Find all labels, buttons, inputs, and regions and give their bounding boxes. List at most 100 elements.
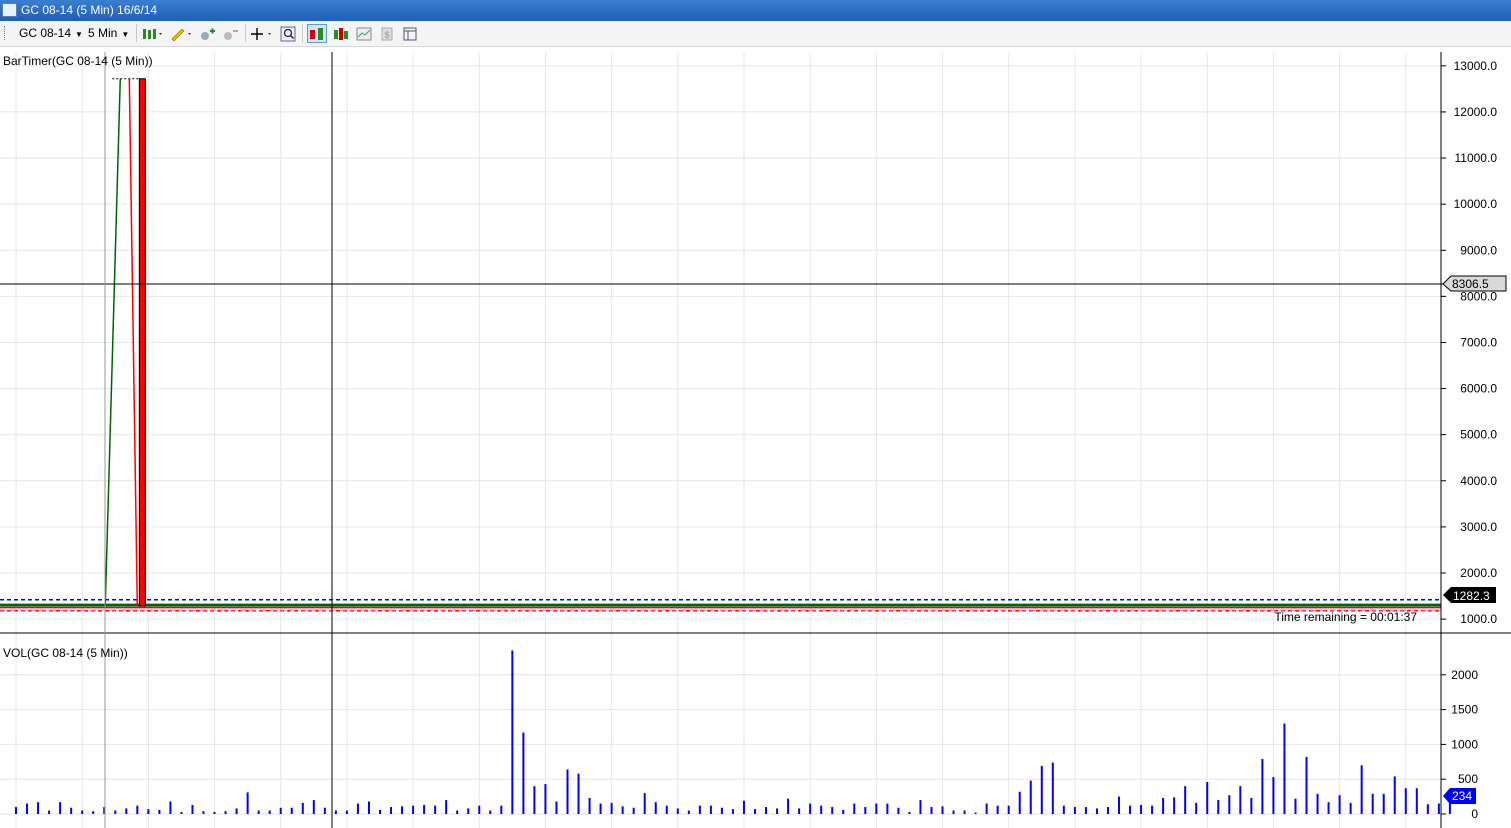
- volume-bar: [125, 808, 128, 814]
- volume-bar: [996, 805, 999, 814]
- volume-bar: [1140, 804, 1143, 814]
- volume-bar: [301, 802, 304, 814]
- volume-bar: [445, 800, 448, 814]
- volume-bar: [312, 800, 315, 814]
- volume-bar: [467, 808, 470, 814]
- volume-bar: [1305, 756, 1308, 814]
- volume-bar: [114, 810, 117, 814]
- grid-lines: [0, 52, 1441, 828]
- volume-bar: [70, 807, 73, 814]
- price-tick-label: 4000.0: [1460, 474, 1497, 488]
- volume-bar: [1118, 796, 1120, 814]
- volume-bar: [776, 808, 779, 814]
- volume-tick-label: 1000: [1451, 737, 1478, 751]
- volume-bar: [59, 802, 62, 814]
- last-volume-label: 234: [1452, 789, 1472, 803]
- price-tick-label: 7000.0: [1460, 335, 1497, 349]
- volume-bar: [489, 810, 492, 814]
- volume-bar: [709, 805, 712, 814]
- volume-bar: [136, 805, 139, 814]
- price-tick-label: 2000.0: [1460, 566, 1497, 580]
- down-candle-body: [138, 78, 146, 607]
- price-panel: [0, 78, 1441, 612]
- volume-bar: [555, 801, 558, 814]
- volume-bar: [323, 807, 326, 814]
- crosshair-price-label: 8306.5: [1452, 277, 1489, 291]
- volume-bar: [412, 805, 415, 814]
- volume-panel-title: VOL(GC 08-14 (5 Min)): [3, 646, 128, 660]
- volume-bar: [202, 811, 205, 814]
- volume-bar: [864, 807, 867, 814]
- volume-bar: [742, 800, 745, 814]
- volume-bar: [191, 804, 194, 814]
- volume-bar: [1437, 803, 1440, 814]
- volume-bar: [1393, 776, 1396, 814]
- volume-bar: [908, 811, 911, 814]
- volume-bar: [290, 807, 293, 814]
- volume-bar: [886, 803, 889, 814]
- price-tick-label: 3000.0: [1460, 520, 1497, 534]
- price-tick-label: 1000.0: [1460, 612, 1497, 626]
- volume-bar: [676, 808, 679, 814]
- volume-bar: [1404, 788, 1407, 814]
- price-tick-label: 11000.0: [1455, 151, 1498, 165]
- volume-bar: [974, 812, 977, 814]
- volume-bar: [820, 805, 823, 814]
- volume-bar: [367, 801, 370, 814]
- volume-bar: [687, 810, 690, 814]
- volume-bar: [599, 803, 602, 814]
- volume-bar: [1272, 777, 1275, 814]
- price-tick-label: 6000.0: [1460, 382, 1497, 396]
- volume-bar: [842, 809, 845, 814]
- price-tick-label: 9000.0: [1460, 243, 1497, 257]
- volume-bar: [81, 810, 84, 814]
- volume-bar: [1173, 797, 1176, 814]
- volume-bar: [1018, 791, 1021, 814]
- volume-bar: [1095, 808, 1098, 814]
- volume-bar: [566, 769, 569, 814]
- volume-bar: [654, 802, 657, 814]
- volume-bar: [985, 803, 988, 814]
- volume-bar: [765, 807, 768, 814]
- volume-bar: [1206, 781, 1209, 814]
- volume-bar: [1151, 805, 1154, 814]
- volume-bar: [919, 800, 922, 814]
- volume-bar: [1415, 788, 1418, 814]
- volume-bar: [268, 810, 271, 814]
- volume-bar: [1062, 805, 1065, 814]
- volume-bar: [1360, 765, 1363, 814]
- volume-bar: [279, 807, 282, 814]
- time-remaining-text: Time remaining = 00:01:37: [1274, 610, 1417, 624]
- volume-bar: [963, 810, 966, 814]
- volume-bar: [169, 801, 172, 814]
- volume-bar: [952, 810, 955, 814]
- volume-bar: [511, 650, 514, 814]
- volume-bar: [224, 811, 227, 814]
- volume-bar: [235, 808, 238, 814]
- volume-bar: [356, 803, 359, 814]
- volume-bar: [1283, 723, 1286, 814]
- volume-bar: [798, 808, 801, 814]
- volume-bar: [897, 807, 900, 814]
- volume-bar: [875, 803, 878, 814]
- volume-bar: [1106, 807, 1109, 814]
- volume-tick-label: 500: [1458, 772, 1478, 786]
- volume-bar: [610, 802, 613, 814]
- volume-bar: [831, 807, 834, 814]
- volume-bar: [522, 732, 525, 814]
- y-axes: 1000.0 2000.0 3000.0 4000.0 5000.0 6000.0 7000…: [0, 52, 1511, 828]
- volume-bar: [1371, 793, 1374, 814]
- volume-bar: [1239, 786, 1242, 814]
- volume-bar: [1250, 797, 1253, 814]
- price-tick-label: 12000.0: [1454, 105, 1498, 119]
- volume-bar: [754, 809, 757, 814]
- volume-bar: [853, 803, 856, 814]
- volume-bar: [1195, 802, 1198, 814]
- crosshair-overlay: 8306.5 1282.3 234: [0, 52, 1507, 828]
- chart-area[interactable]: 1000.0 2000.0 3000.0 4000.0 5000.0 6000.0 7000…: [0, 0, 1511, 828]
- volume-bar: [643, 793, 646, 814]
- volume-bar: [48, 810, 51, 814]
- volume-bar: [401, 806, 404, 814]
- volume-bar: [334, 810, 337, 814]
- volume-bar: [378, 809, 381, 814]
